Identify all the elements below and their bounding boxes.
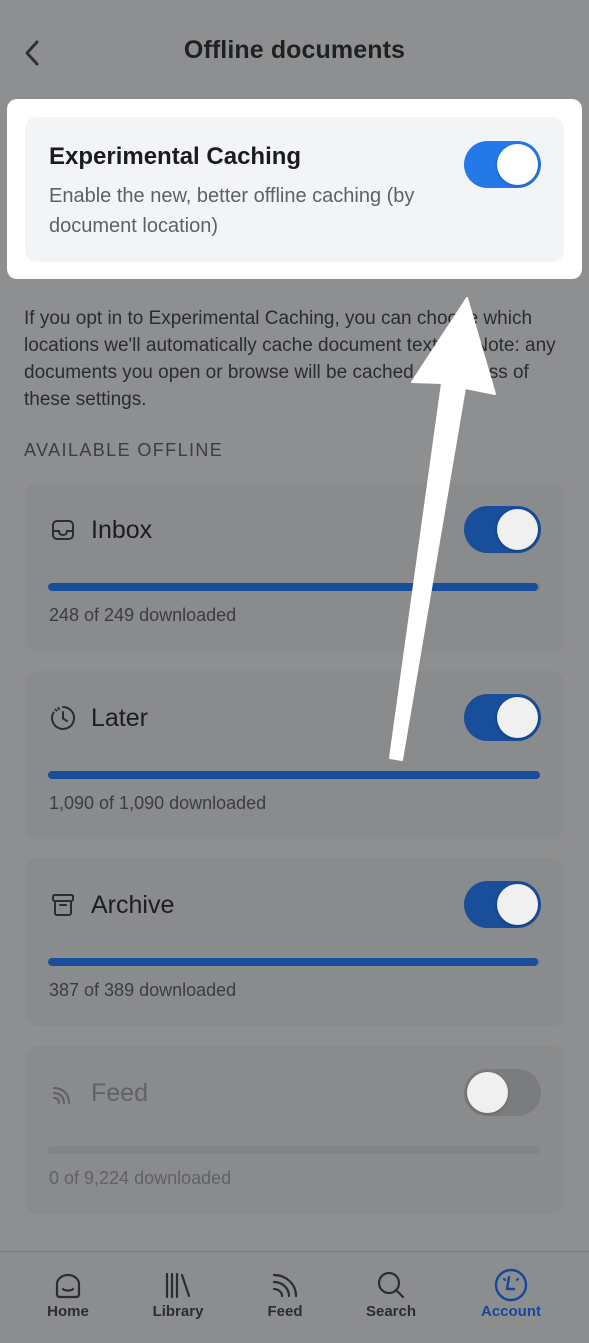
location-title: Later <box>91 704 148 732</box>
intro-text: If you opt in to Experimental Caching, y… <box>24 308 556 410</box>
tab-label: Library <box>152 1303 204 1320</box>
archive-offline-toggle[interactable] <box>464 881 541 928</box>
tab-library[interactable]: Library <box>123 1266 233 1332</box>
tab-label: Feed <box>267 1303 303 1320</box>
later-offline-toggle[interactable] <box>464 694 541 741</box>
toggle-knob <box>497 884 538 925</box>
feed-icon <box>230 1268 340 1302</box>
tab-feed[interactable]: Feed <box>230 1266 340 1332</box>
experimental-caching-description: Enable the new, better offline caching (… <box>49 185 415 237</box>
download-progress-bar <box>48 1146 540 1154</box>
location-card-feed: Feed 0 of 9,224 downloaded <box>25 1046 564 1214</box>
tab-label: Account <box>481 1303 541 1320</box>
location-title: Inbox <box>91 516 153 544</box>
tab-search[interactable]: Search <box>336 1266 446 1332</box>
library-icon <box>123 1268 233 1302</box>
toggle-knob <box>497 509 538 550</box>
inbox-offline-toggle[interactable] <box>464 506 541 553</box>
experimental-caching-title: Experimental Caching <box>49 143 302 170</box>
download-progress-bar <box>48 958 540 966</box>
download-progress-fill <box>48 958 538 966</box>
experimental-caching-toggle[interactable] <box>464 141 541 188</box>
top-bar: Offline documents <box>0 0 589 100</box>
toggle-knob <box>497 144 538 185</box>
location-title: Feed <box>91 1079 148 1107</box>
download-progress-fill <box>48 771 540 779</box>
archive-icon <box>49 891 77 919</box>
download-progress-bar <box>48 771 540 779</box>
location-card-archive: Archive 387 of 389 downloaded <box>25 858 564 1026</box>
bottom-tab-bar: Home Library Feed Search Account <box>0 1251 589 1343</box>
download-status: 387 of 389 downloaded <box>49 980 237 1000</box>
download-progress-bar <box>48 583 540 591</box>
rss-feed-icon <box>49 1079 77 1107</box>
location-title: Archive <box>91 891 175 919</box>
account-icon <box>456 1268 566 1302</box>
download-status: 0 of 9,224 downloaded <box>49 1168 232 1188</box>
inbox-icon <box>49 516 77 544</box>
tab-label: Search <box>365 1303 417 1320</box>
tab-label: Home <box>47 1303 89 1320</box>
download-status: 248 of 249 downloaded <box>49 605 237 625</box>
home-icon <box>13 1268 123 1302</box>
search-icon <box>336 1268 446 1302</box>
clock-icon <box>49 704 77 732</box>
feed-offline-toggle[interactable] <box>464 1069 541 1116</box>
download-status: 1,090 of 1,090 downloaded <box>49 793 267 813</box>
location-card-later: Later 1,090 of 1,090 downloaded <box>25 671 564 839</box>
section-label-available-offline: AVAILABLE OFFLINE <box>24 440 224 460</box>
toggle-knob <box>497 697 538 738</box>
experimental-caching-card: Experimental Caching Enable the new, bet… <box>25 117 564 262</box>
download-progress-fill <box>48 583 539 591</box>
location-card-inbox: Inbox 248 of 249 downloaded <box>25 483 564 651</box>
tab-account[interactable]: Account <box>456 1266 566 1332</box>
page-title: Offline documents <box>183 36 406 64</box>
tab-home[interactable]: Home <box>13 1266 123 1332</box>
toggle-knob <box>467 1072 508 1113</box>
